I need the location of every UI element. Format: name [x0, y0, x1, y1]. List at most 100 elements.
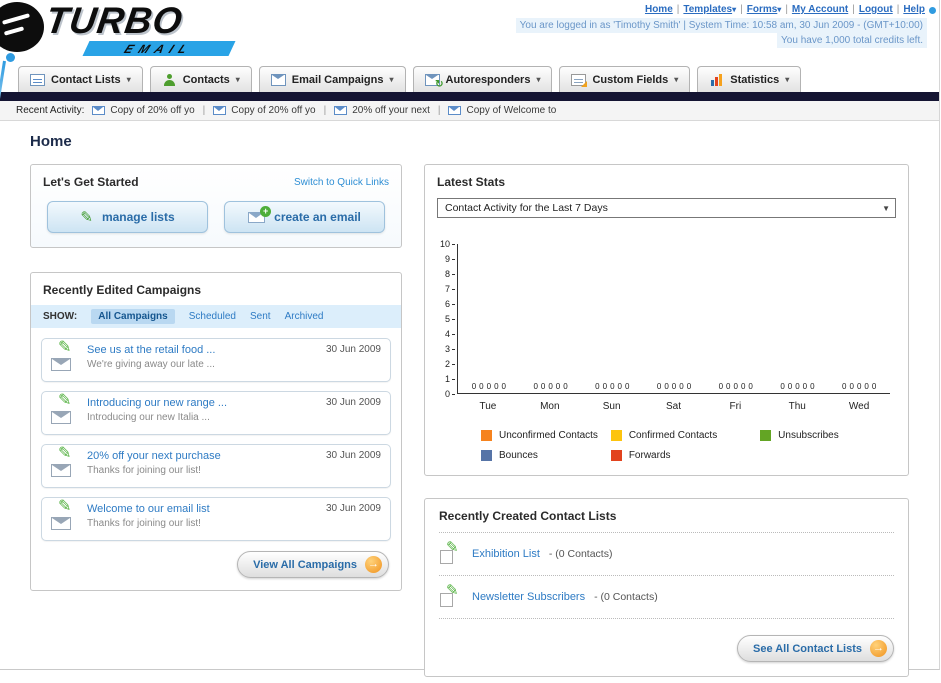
bar-value-label: 0 [849, 382, 854, 391]
top-nav-templates[interactable]: Templates ▾ [683, 4, 736, 15]
campaign-title-link[interactable]: 20% off your next purchase [87, 450, 221, 462]
switch-quick-links-link[interactable]: Switch to Quick Links [294, 177, 389, 188]
pencil-icon: ✎ [80, 209, 93, 226]
legend-label: Confirmed Contacts [628, 430, 718, 441]
campaign-filter-scheduled[interactable]: Scheduled [189, 311, 236, 322]
bar-value-label: 0 [810, 382, 815, 391]
bar-value-label: 0 [795, 382, 800, 391]
nav-tab-contacts[interactable]: Contacts ▾ [149, 66, 252, 92]
divider [439, 532, 894, 533]
stats-filter-dropdown[interactable]: Contact Activity for the Last 7 Days ▼ [437, 198, 896, 218]
campaign-title-link[interactable]: See us at the retail food ... [87, 344, 215, 356]
bar-value-label: 0 [787, 382, 793, 391]
bar-value-label: 0 [733, 382, 738, 391]
envelope-pencil-icon: ✎ [51, 499, 79, 535]
legend-swatch [481, 450, 492, 461]
manage-lists-button[interactable]: ✎ manage lists [47, 201, 208, 233]
left-column: Let's Get Started Switch to Quick Links … [30, 164, 402, 591]
arrow-right-icon: → [870, 640, 887, 657]
top-nav-logout[interactable]: Logout [859, 4, 893, 15]
campaign-tabs: All Campaigns Scheduled Sent Archived [91, 309, 323, 324]
recent-activity-text: Copy of Welcome to [466, 105, 557, 116]
page: TURBO EMAIL Home | Templates ▾ | Forms ▾ | My … [0, 0, 940, 677]
nav-tab-statistics[interactable]: Statistics ▾ [697, 66, 802, 92]
chart-x-axis: Tue Mon Sun Sat Fri Thu Wed [457, 394, 890, 412]
chevron-down-icon: ▾ [389, 75, 394, 84]
bar-value-label: 0 [540, 382, 546, 391]
chart-category-group: 00000 [705, 244, 767, 393]
bar-value-label: 0 [856, 382, 862, 391]
campaign-date: 30 Jun 2009 [325, 503, 381, 514]
separator: | [740, 4, 743, 15]
chevron-down-icon: ▾ [785, 75, 790, 84]
nav-tab-label: Custom Fields [592, 73, 669, 86]
top-nav-help[interactable]: Help [903, 4, 925, 15]
right-column: Latest Stats Contact Activity for the La… [424, 164, 909, 677]
envelope-icon [448, 106, 462, 115]
campaign-date: 30 Jun 2009 [325, 344, 381, 355]
nav-tab-email-campaigns[interactable]: Email Campaigns ▾ [258, 66, 406, 92]
y-tick-label: 3 [445, 344, 455, 354]
campaign-filter-all-campaigns[interactable]: All Campaigns [91, 309, 175, 324]
legend-swatch [481, 430, 492, 441]
recent-activity-item[interactable]: 20% off your next [334, 105, 430, 116]
y-tick-label: 10 [440, 239, 455, 249]
campaign-title-link[interactable]: Introducing our new range ... [87, 397, 227, 409]
separator: | [852, 4, 855, 15]
campaign-title-link[interactable]: Welcome to our email list [87, 503, 210, 515]
campaign-filter-sent[interactable]: Sent [250, 311, 271, 322]
chevron-down-icon: ▾ [732, 5, 737, 14]
x-tick-label: Tue [479, 401, 497, 412]
y-tick-label: 2 [445, 359, 455, 369]
top-nav-home[interactable]: Home [645, 4, 673, 15]
chart-legend: Unconfirmed Contacts Confirmed Contacts Un… [481, 430, 890, 461]
campaign-item[interactable]: ✎ Welcome to our email list 30 Jun 2009 Tha… [41, 497, 391, 541]
campaign-item[interactable]: ✎ 20% off your next purchase 30 Jun 2009 Th… [41, 444, 391, 488]
recent-activity-text: 20% off your next [352, 105, 430, 116]
separator: | [896, 4, 900, 15]
speedometer-icon [0, 2, 44, 52]
logo-subtext: EMAIL [122, 41, 196, 56]
custom-fields-icon [571, 73, 588, 87]
contact-list-link[interactable]: Exhibition List [472, 548, 540, 560]
contact-list-item[interactable]: ✎ Newsletter Subscribers - (0 Contacts) [439, 583, 894, 609]
bar-value-label: 0 [656, 382, 662, 391]
bar-value-label: 0 [671, 382, 677, 391]
header-right: Home | Templates ▾ | Forms ▾ | My Account | Logo… [515, 4, 927, 48]
recent-activity-item[interactable]: Copy of 20% off yo [213, 105, 316, 116]
pencil-icon: ✎ [58, 498, 72, 515]
see-all-contact-lists-button[interactable]: See All Contact Lists → [736, 635, 894, 662]
envelope-icon [51, 358, 71, 371]
contact-list-item[interactable]: ✎ Exhibition List - (0 Contacts) [439, 540, 894, 566]
nav-tab-contact-lists[interactable]: Contact Lists ▾ [18, 66, 143, 92]
nav-tab-autoresponders[interactable]: Autoresponders ▾ [412, 66, 553, 92]
legend-item: Forwards [610, 450, 760, 461]
top-nav-my-account[interactable]: My Account [792, 4, 848, 15]
separator: | [676, 4, 680, 15]
separator: | [202, 105, 206, 116]
bar-value-label: 0 [624, 382, 630, 391]
chevron-down-icon: ▾ [674, 75, 679, 84]
campaign-text: 20% off your next purchase 30 Jun 2009 Tha… [87, 450, 381, 482]
chevron-down-icon: ▼ [882, 203, 890, 213]
legend-item: Confirmed Contacts [610, 430, 760, 441]
view-all-campaigns-button[interactable]: View All Campaigns → [237, 551, 389, 578]
recent-activity-item[interactable]: Copy of 20% off yo [92, 105, 195, 116]
contact-list-link[interactable]: Newsletter Subscribers [472, 591, 585, 603]
campaign-item[interactable]: ✎ See us at the retail food ... 30 Jun 200… [41, 338, 391, 382]
get-started-title: Let's Get Started [43, 175, 139, 189]
separator: | [437, 105, 441, 116]
nav-tab-custom-fields[interactable]: Custom Fields ▾ [559, 66, 691, 92]
chevron-down-icon: ▾ [777, 5, 782, 14]
email-campaigns-icon [270, 73, 286, 86]
top-nav-forms[interactable]: Forms ▾ [747, 4, 782, 15]
create-an-email-button[interactable]: create an email [224, 201, 385, 233]
recent-activity-item[interactable]: Copy of Welcome to [448, 105, 556, 116]
y-tick-label: 8 [445, 269, 455, 279]
campaign-date: 30 Jun 2009 [325, 450, 381, 461]
chevron-down-icon: ▾ [536, 75, 541, 84]
campaign-filter-archived[interactable]: Archived [285, 311, 324, 322]
campaign-item[interactable]: ✎ Introducing our new range ... 30 Jun 200… [41, 391, 391, 435]
envelope-icon [213, 106, 227, 115]
bar-value-label: 0 [555, 382, 561, 391]
